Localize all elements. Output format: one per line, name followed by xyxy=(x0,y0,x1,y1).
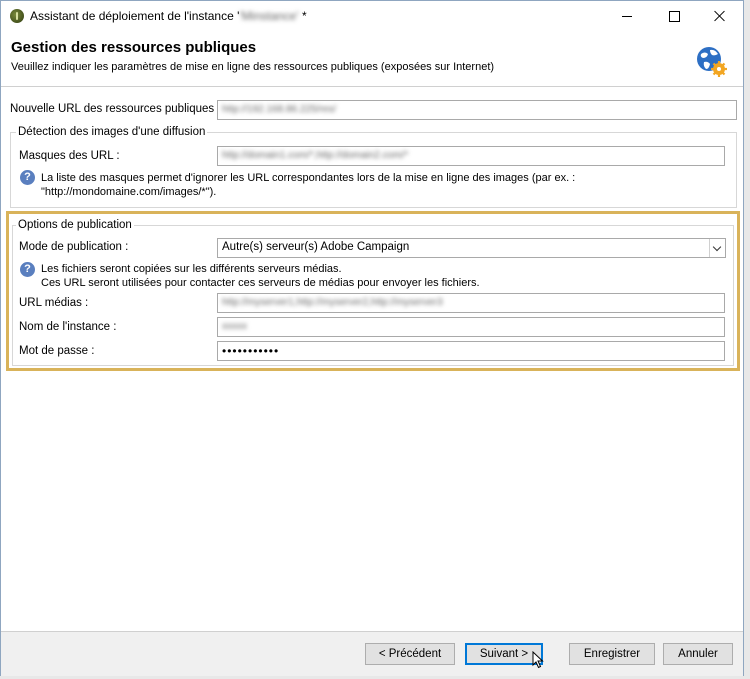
publication-help-line1: Les fichiers seront copiées sur les diff… xyxy=(41,263,342,275)
close-button[interactable] xyxy=(697,1,743,31)
publication-mode-select[interactable]: Autre(s) serveur(s) Adobe Campaign xyxy=(217,238,726,258)
publication-mode-value: Autre(s) serveur(s) Adobe Campaign xyxy=(222,241,410,253)
maximize-button[interactable] xyxy=(651,1,697,31)
media-urls-input[interactable]: http://myserver1,http://myserver2,http:/… xyxy=(217,293,725,313)
url-masks-help-line1: La liste des masques permet d'ignorer le… xyxy=(41,172,576,184)
publication-mode-label: Mode de publication : xyxy=(19,241,129,253)
chevron-down-icon[interactable] xyxy=(709,239,725,257)
page-subtitle: Veuillez indiquer les paramètres de mise… xyxy=(11,61,495,73)
window-title-instance: 'Minstance' xyxy=(239,9,299,23)
instance-name-input[interactable]: xxxxx xyxy=(217,317,725,337)
help-icon: ? xyxy=(20,262,35,277)
publication-options-legend: Options de publication xyxy=(16,219,134,231)
url-masks-help: La liste des masques permet d'ignorer le… xyxy=(41,171,575,199)
password-value: ••••••••••• xyxy=(222,344,280,358)
minimize-button[interactable] xyxy=(604,1,650,31)
save-button[interactable]: Enregistrer xyxy=(569,643,655,665)
url-masks-input[interactable]: http://domain1.com/*,http://domain2.com/… xyxy=(217,146,725,166)
public-url-label: Nouvelle URL des ressources publiques : xyxy=(10,103,221,115)
previous-button[interactable]: < Précédent xyxy=(365,643,455,665)
title-bar: Assistant de déploiement de l'instance '… xyxy=(1,1,743,31)
url-masks-value: http://domain1.com/*,http://domain2.com/… xyxy=(222,150,409,161)
media-urls-label: URL médias : xyxy=(19,297,89,309)
mouse-cursor-icon xyxy=(532,651,544,669)
public-url-value: http://192.168.86.225/res/ xyxy=(222,104,336,115)
window-title-suffix: * xyxy=(298,9,307,23)
url-masks-label: Masques des URL : xyxy=(19,150,120,162)
password-label: Mot de passe : xyxy=(19,345,95,357)
instance-name-value: xxxxx xyxy=(222,321,247,332)
window-title: Assistant de déploiement de l'instance '… xyxy=(30,9,307,23)
cancel-button[interactable]: Annuler xyxy=(663,643,733,665)
image-detection-legend: Détection des images d'une diffusion xyxy=(16,126,208,138)
url-masks-help-line2: "http://mondomaine.com/images/*"). xyxy=(41,186,217,198)
wizard-header: Gestion des ressources publiques Veuille… xyxy=(1,31,743,87)
globe-gear-icon xyxy=(697,47,727,77)
publication-help: Les fichiers seront copiées sur les diff… xyxy=(41,262,480,290)
window-title-prefix: Assistant de déploiement de l'instance ' xyxy=(30,9,240,23)
public-url-input[interactable]: http://192.168.86.225/res/ xyxy=(217,100,737,120)
app-icon xyxy=(10,9,24,23)
instance-name-label: Nom de l'instance : xyxy=(19,321,117,333)
wizard-window: Assistant de déploiement de l'instance '… xyxy=(0,0,744,676)
password-input[interactable]: ••••••••••• xyxy=(217,341,725,361)
publication-help-line2: Ces URL seront utilisées pour contacter … xyxy=(41,277,480,289)
page-title: Gestion des ressources publiques xyxy=(11,39,257,56)
help-icon: ? xyxy=(20,170,35,185)
media-urls-value: http://myserver1,http://myserver2,http:/… xyxy=(222,297,443,308)
